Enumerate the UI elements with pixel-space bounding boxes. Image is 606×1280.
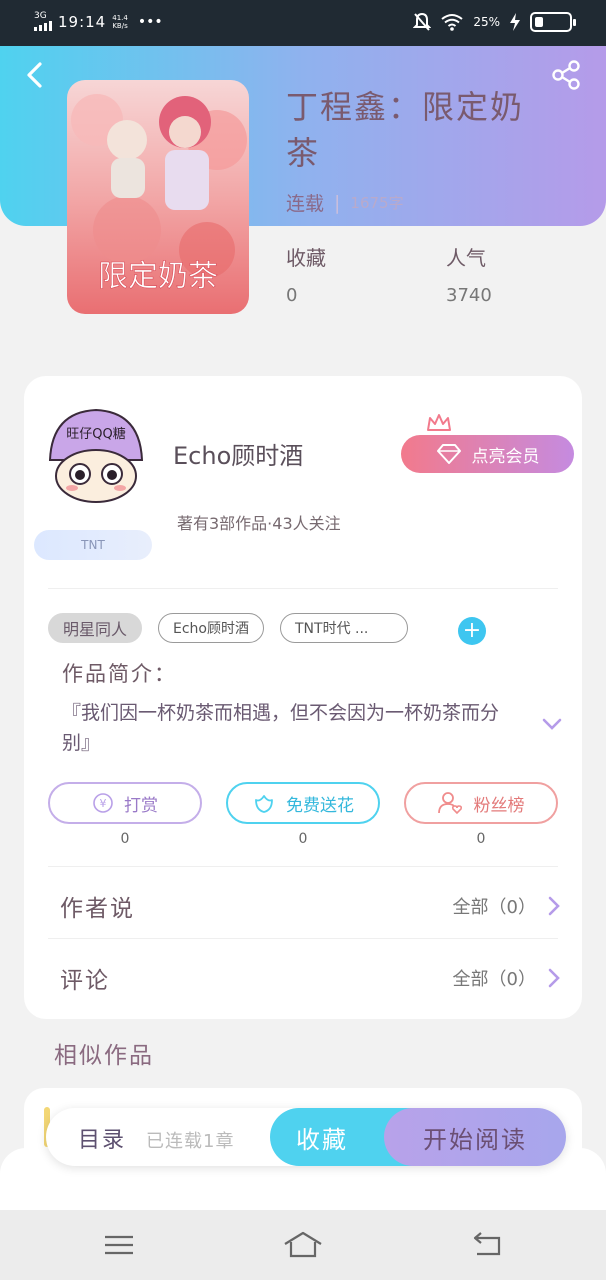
favorites-value: 0 [286, 285, 298, 306]
tip-label: 打赏 [124, 795, 158, 816]
status-bar: 3G 19:14 41.4 KB/s ••• 25% [0, 0, 606, 46]
tip-button[interactable]: ¥ 打赏 [48, 782, 202, 824]
fan-club-badge[interactable]: TNT [34, 530, 152, 560]
divider [48, 938, 558, 939]
share-icon[interactable] [550, 58, 584, 92]
network-speed-value: 41.4 [112, 13, 128, 22]
author-name[interactable]: Echo顾时酒 [173, 436, 303, 471]
battery-percent: 25% [473, 15, 500, 29]
intro-label: 作品简介： [62, 662, 177, 686]
network-speed: 41.4 KB/s [112, 14, 128, 30]
charging-icon [510, 13, 520, 31]
system-nav-bar [0, 1210, 606, 1280]
tag-author[interactable]: Echo顾时酒 [158, 613, 264, 643]
fan-ranking-button[interactable]: 粉丝榜 [404, 782, 558, 824]
start-reading-button[interactable]: 开始阅读 [384, 1108, 566, 1166]
vip-button[interactable]: 点亮会员 [401, 435, 574, 473]
flower-icon [255, 795, 273, 813]
back-nav-icon[interactable] [466, 1230, 508, 1260]
add-tag-button[interactable]: + [458, 617, 486, 645]
cell-signal-icon: 3G [34, 12, 52, 31]
divider [48, 588, 558, 589]
flower-count: 0 [298, 831, 308, 847]
mute-bell-icon [413, 12, 432, 31]
favorites-label: 收藏 [286, 246, 326, 270]
chevron-right-icon [548, 896, 560, 916]
battery-icon [530, 12, 576, 32]
tag-genre[interactable]: 明星同人 [48, 613, 143, 643]
chevron-right-icon [548, 968, 560, 988]
book-status: 连载 [286, 193, 325, 215]
fan-ranking-label: 粉丝榜 [473, 795, 525, 816]
wifi-icon [441, 14, 463, 31]
book-cover[interactable]: 限定奶茶 [67, 80, 249, 314]
book-title: 丁程鑫：限定奶茶 [286, 88, 525, 172]
meta-separator: | [334, 191, 341, 214]
author-card: 旺仔QQ糖 TNT Echo顾时酒 著有3部作品·43人关注 点亮会员 明星同人… [24, 376, 582, 1019]
similar-works-title: 相似作品 [54, 1043, 154, 1069]
popularity-label: 人气 [446, 246, 486, 270]
tag-group[interactable]: TNT时代 ... [280, 613, 408, 643]
cover-title: 限定奶茶 [98, 259, 218, 294]
vip-label: 点亮会员 [471, 446, 540, 467]
menu-icon[interactable] [98, 1230, 140, 1260]
clock: 19:14 [58, 12, 107, 31]
more-notifications-icon: ••• [137, 13, 163, 30]
author-stats: 著有3部作品·43人关注 [177, 514, 341, 533]
tip-count: 0 [120, 831, 130, 847]
word-count: 1675字 [350, 194, 404, 212]
send-flower-label: 免费送花 [286, 795, 354, 816]
comments-row[interactable]: 评论 全部（0） [60, 958, 560, 998]
crown-icon [427, 414, 451, 431]
bottom-action-bar: 目录 已连载1章 收藏 开始阅读 [46, 1108, 566, 1166]
comments-label: 评论 [60, 968, 110, 994]
table-of-contents-button[interactable]: 目录 已连载1章 [78, 1122, 234, 1154]
favorites-stat: 收藏 0 [286, 242, 326, 306]
home-icon[interactable] [282, 1230, 324, 1260]
toc-status: 已连载1章 [146, 1131, 235, 1152]
send-flower-button[interactable]: 免费送花 [226, 782, 380, 824]
tag-list: 明星同人 Echo顾时酒 TNT时代 ... [48, 613, 408, 643]
coin-icon: ¥ [93, 793, 113, 813]
network-speed-unit: KB/s [112, 21, 128, 30]
popularity-value: 3740 [446, 285, 492, 306]
comments-count: 全部（0） [452, 969, 536, 990]
fan-count: 0 [476, 831, 486, 847]
chevron-down-icon[interactable] [540, 714, 564, 734]
author-says-count: 全部（0） [452, 897, 536, 918]
user-heart-icon [437, 792, 462, 815]
toc-label: 目录 [78, 1128, 127, 1153]
author-says-row[interactable]: 作者说 全部（0） [60, 886, 560, 926]
intro-text: 『我们因一杯奶茶而相遇，但不会因为一杯奶茶而分别』 [62, 702, 500, 754]
book-meta: 连载 | 1675字 [286, 189, 404, 216]
svg-text:¥: ¥ [100, 797, 107, 810]
popularity-stat: 人气 3740 [446, 242, 492, 306]
network-type: 3G [34, 11, 47, 21]
diamond-icon [436, 444, 461, 464]
author-says-label: 作者说 [60, 896, 135, 922]
avatar-text: 旺仔QQ糖 [66, 426, 125, 442]
divider [48, 866, 558, 867]
back-icon[interactable] [20, 58, 50, 92]
author-avatar[interactable]: 旺仔QQ糖 [44, 404, 148, 508]
